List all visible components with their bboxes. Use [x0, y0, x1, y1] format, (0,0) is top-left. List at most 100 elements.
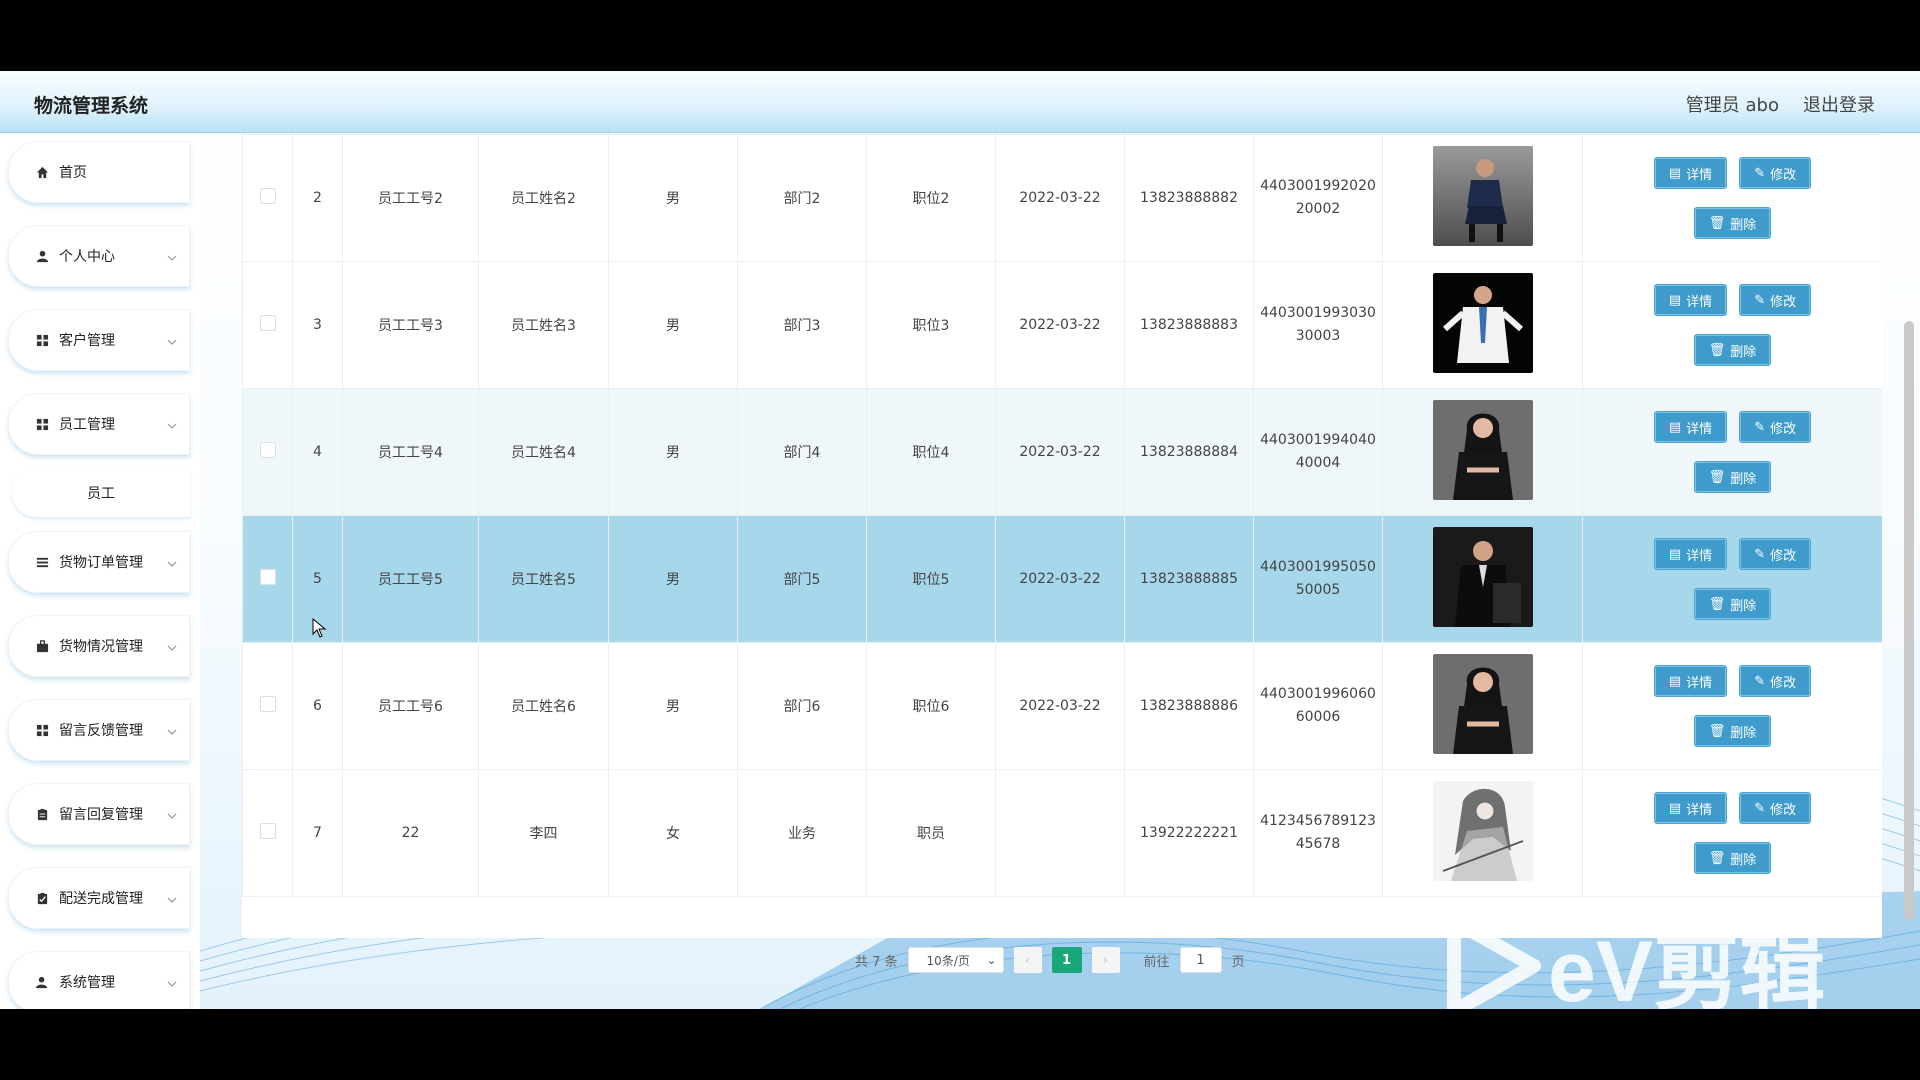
- sidebar-item-customers[interactable]: 客户管理: [8, 309, 190, 371]
- pencil-icon: ✎: [1754, 292, 1766, 308]
- sidebar-item-replies[interactable]: 留言回复管理: [8, 783, 190, 845]
- position: 职位4: [866, 388, 996, 516]
- row-checkbox[interactable]: [259, 315, 276, 331]
- delete-button[interactable]: 🗑 删除: [1693, 461, 1772, 493]
- sidebar-item-system[interactable]: 系统管理: [8, 951, 190, 1009]
- page-size-select[interactable]: 10条/页 ⌄: [907, 947, 1004, 973]
- sidebar-item-label: 客户管理: [59, 333, 115, 349]
- phone: 13823888885: [1124, 515, 1254, 643]
- sidebar-subitem-employee[interactable]: 员工: [12, 469, 190, 517]
- chevron-down-icon: ⌄: [986, 953, 997, 967]
- user-icon: [35, 249, 49, 263]
- sidebar-item-cargo-orders[interactable]: 货物订单管理: [8, 531, 190, 593]
- delete-button[interactable]: 🗑 删除: [1693, 588, 1772, 620]
- document-icon: ▤: [1668, 800, 1682, 816]
- department: 部门3: [737, 261, 867, 389]
- date: 2022-03-22: [995, 388, 1125, 516]
- detail-button[interactable]: ▤ 详情: [1653, 665, 1728, 697]
- id-number: 4403001995050 50005: [1253, 515, 1383, 643]
- sidebar-item-label: 留言回复管理: [59, 807, 143, 823]
- row-checkbox[interactable]: [259, 696, 276, 712]
- trash-icon: 🗑: [1708, 469, 1726, 485]
- chevron-down-icon: [167, 723, 177, 739]
- delete-button[interactable]: 🗑 删除: [1693, 207, 1772, 239]
- position: 职位2: [866, 134, 996, 262]
- document-icon: ▤: [1668, 165, 1682, 181]
- user-settings-icon: [35, 975, 49, 989]
- table-row[interactable]: 2 员工工号2 员工姓名2 男 部门2 职位2 2022-03-22 13823…: [242, 134, 1882, 262]
- edit-button[interactable]: ✎ 修改: [1739, 538, 1812, 570]
- id-number: 4403001994040 40004: [1253, 388, 1383, 516]
- edit-button[interactable]: ✎ 修改: [1739, 792, 1812, 824]
- edit-button[interactable]: ✎ 修改: [1739, 411, 1812, 443]
- edit-button[interactable]: ✎ 修改: [1739, 665, 1812, 697]
- chevron-left-icon: ‹: [1025, 953, 1030, 967]
- table-row[interactable]: 6 员工工号6 员工姓名6 男 部门6 职位6 2022-03-22 13823…: [242, 642, 1882, 770]
- gender: 男: [608, 134, 738, 262]
- current-user: 管理员 abo: [1685, 95, 1779, 116]
- sidebar-item-label: 配送完成管理: [59, 891, 143, 907]
- employee-photo: [1432, 146, 1533, 246]
- row-checkbox[interactable]: [259, 823, 276, 839]
- position: 职位6: [866, 642, 996, 770]
- employee-name: 员工姓名3: [478, 261, 609, 389]
- chevron-right-icon: ›: [1103, 953, 1108, 967]
- employee-name: 员工姓名6: [478, 642, 609, 770]
- goto-page-input[interactable]: 1: [1179, 947, 1222, 973]
- row-index: 4: [292, 388, 343, 516]
- date: 2022-03-22: [995, 642, 1125, 770]
- sidebar-item-cargo-status[interactable]: 货物情况管理: [8, 615, 190, 677]
- sidebar-item-employees[interactable]: 员工管理: [8, 393, 190, 455]
- mouse-cursor-icon: [312, 617, 327, 642]
- detail-button[interactable]: ▤ 详情: [1653, 284, 1728, 316]
- detail-button[interactable]: ▤ 详情: [1653, 411, 1728, 443]
- delete-button[interactable]: 🗑 删除: [1693, 842, 1772, 874]
- next-page-button[interactable]: ›: [1091, 947, 1120, 973]
- ev-watermark-logo: eV剪辑: [1440, 901, 1830, 1009]
- grid-icon: [35, 723, 49, 737]
- table-row[interactable]: 4 员工工号4 员工姓名4 男 部门4 职位4 2022-03-22 13823…: [242, 388, 1882, 516]
- detail-button[interactable]: ▤ 详情: [1653, 538, 1728, 570]
- sidebar: 首页 个人中心 客户管理 员工管理 员工 货物订单管理 货物情况管理 留言反馈管…: [0, 133, 200, 1009]
- employee-name: 员工姓名5: [478, 515, 609, 643]
- table-row-selected[interactable]: 5 员工工号5 员工姓名5 男 部门5 职位5 2022-03-22 13823…: [242, 515, 1882, 643]
- chevron-down-icon: [167, 555, 177, 571]
- pencil-icon: ✎: [1754, 165, 1766, 181]
- page-number-current[interactable]: 1: [1051, 947, 1082, 973]
- row-index: 2: [292, 134, 343, 262]
- detail-button[interactable]: ▤ 详情: [1653, 157, 1728, 189]
- department: 部门5: [737, 515, 867, 643]
- detail-button[interactable]: ▤ 详情: [1653, 792, 1728, 824]
- vertical-scrollbar[interactable]: [1904, 321, 1914, 921]
- sidebar-item-feedback[interactable]: 留言反馈管理: [8, 699, 190, 761]
- trash-icon: 🗑: [1708, 850, 1726, 866]
- sidebar-item-home[interactable]: 首页: [8, 141, 190, 203]
- sidebar-item-personal-center[interactable]: 个人中心: [8, 225, 190, 287]
- id-number: 4403001996060 60006: [1253, 642, 1383, 770]
- id-number: 4403001992020 20002: [1253, 134, 1383, 262]
- edit-button[interactable]: ✎ 修改: [1739, 284, 1812, 316]
- document-icon: ▤: [1668, 419, 1682, 435]
- sidebar-item-delivery-complete[interactable]: 配送完成管理: [8, 867, 190, 929]
- row-checkbox[interactable]: [259, 442, 276, 458]
- employee-name: 员工姓名2: [478, 134, 609, 262]
- row-checkbox[interactable]: [259, 569, 276, 585]
- table-row[interactable]: 7 22 李四 女 业务 职员 13922222221 412345678912…: [242, 769, 1882, 897]
- row-checkbox[interactable]: [259, 188, 276, 204]
- delete-button[interactable]: 🗑 删除: [1693, 715, 1772, 747]
- delete-button[interactable]: 🗑 删除: [1693, 334, 1772, 366]
- table-row[interactable]: 3 员工工号3 员工姓名3 男 部门3 职位3 2022-03-22 13823…: [242, 261, 1882, 389]
- phone: 13823888882: [1124, 134, 1254, 262]
- position: 职员: [866, 769, 996, 897]
- id-number: 4403001993030 30003: [1253, 261, 1383, 389]
- phone: 13823888883: [1124, 261, 1254, 389]
- prev-page-button[interactable]: ‹: [1013, 947, 1042, 973]
- gender: 男: [608, 388, 738, 516]
- employee-photo: [1432, 654, 1533, 754]
- edit-button[interactable]: ✎ 修改: [1739, 157, 1812, 189]
- logout-link[interactable]: 退出登录: [1803, 91, 1875, 117]
- trash-icon: 🗑: [1708, 596, 1726, 612]
- chevron-down-icon: [167, 333, 177, 349]
- employee-photo: [1432, 273, 1533, 373]
- trash-icon: 🗑: [1708, 342, 1726, 358]
